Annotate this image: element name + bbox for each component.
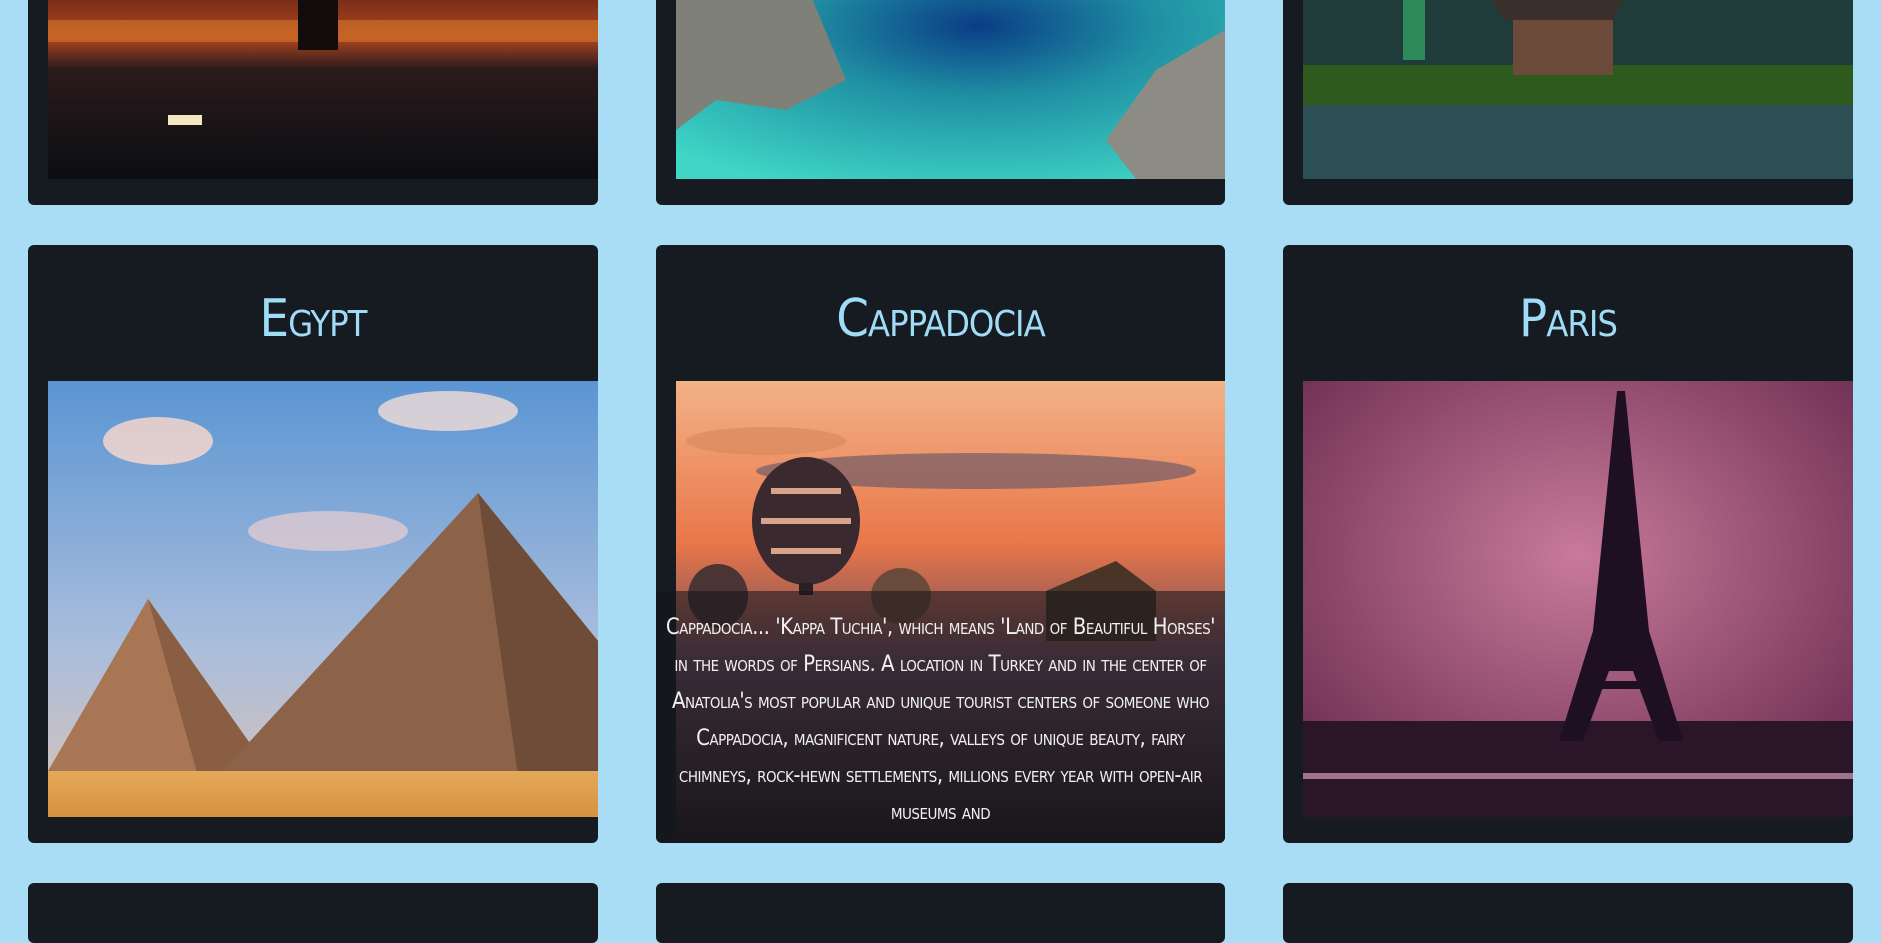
- card-title: Cappadocia: [836, 289, 1045, 349]
- card-image-paris: [1303, 381, 1853, 817]
- destination-card-cappadocia[interactable]: Cappadocia Cappadocia... 'Kappa Tuchia',…: [656, 245, 1225, 843]
- destination-card-next-1[interactable]: [28, 883, 598, 943]
- destination-card-egypt[interactable]: Egypt: [28, 245, 598, 843]
- card-image-egypt: [48, 381, 598, 817]
- card-image-lagoon: [676, 0, 1225, 179]
- destination-card-paris[interactable]: Paris: [1283, 245, 1853, 843]
- destination-card-next-2[interactable]: [656, 883, 1225, 943]
- destination-card-next-3[interactable]: [1283, 883, 1853, 943]
- destination-card-bali[interactable]: [1283, 0, 1853, 205]
- card-title: Paris: [1519, 289, 1618, 349]
- card-description: Cappadocia... 'Kappa Tuchia', which mean…: [656, 591, 1225, 843]
- card-image-newyork: [48, 0, 598, 179]
- destination-card-newyork[interactable]: [28, 0, 598, 205]
- card-title: Egypt: [259, 289, 368, 349]
- card-image-bali: [1303, 0, 1853, 179]
- destination-card-lagoon[interactable]: [656, 0, 1225, 205]
